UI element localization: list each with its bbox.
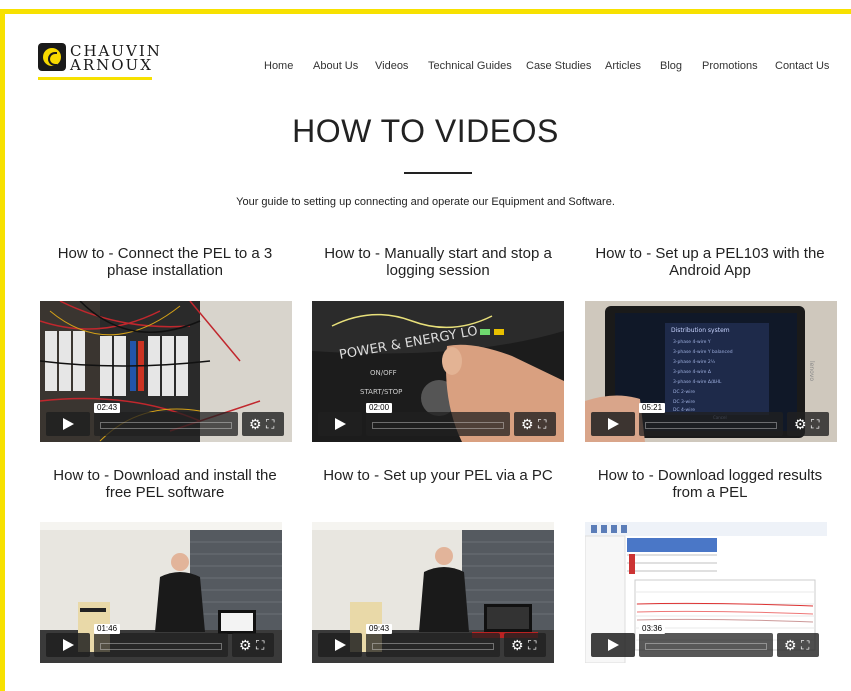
- gear-icon[interactable]: ⚙: [239, 638, 253, 652]
- start-stop-label: START/STOP: [360, 388, 402, 396]
- nav-home[interactable]: Home: [264, 60, 293, 72]
- video-6-controls: 03:36 ⚙ ⛶: [591, 624, 819, 657]
- page-title: HOW TO VIDEOS: [292, 113, 559, 149]
- video-player-3[interactable]: Distribution system 3-phase 4-wire Y 3-p…: [585, 301, 837, 442]
- video-1-tools: ⚙ ⛶: [242, 412, 284, 436]
- video-title-6-line1: How to - Download logged results: [597, 467, 823, 484]
- video-5-controls: 09:43 ⚙ ⛶: [318, 624, 546, 657]
- tablet-row-3: 3-phase 4-wire 2½: [673, 358, 716, 365]
- gear-icon[interactable]: ⚙: [794, 417, 808, 431]
- play-icon[interactable]: [46, 633, 90, 657]
- gear-icon[interactable]: ⚙: [249, 417, 263, 431]
- top-accent-border: [0, 9, 851, 14]
- video-3-progress-bar[interactable]: [639, 412, 783, 436]
- tablet-row-1: 3-phase 4-wire Y: [673, 339, 711, 345]
- video-4-duration: 01:46: [94, 624, 121, 634]
- fullscreen-icon[interactable]: ⛶: [266, 417, 280, 431]
- logo-mark-icon: [38, 43, 66, 71]
- video-player-4[interactable]: 01:46 ⚙ ⛶: [40, 522, 282, 663]
- video-title-3-line1: How to - Set up a PEL103 with the: [595, 245, 825, 262]
- video-6-tools: ⚙ ⛶: [777, 633, 819, 657]
- fullscreen-icon[interactable]: ⛶: [811, 417, 825, 431]
- nav-about-us[interactable]: About Us: [313, 60, 358, 72]
- video-title-2[interactable]: How to - Manually start and stop a loggi…: [308, 245, 568, 279]
- brand-logo[interactable]: CHAUVIN ARNOUX: [38, 43, 160, 83]
- video-5-tools: ⚙ ⛶: [504, 633, 546, 657]
- nav-technical-guides[interactable]: Technical Guides: [428, 60, 512, 72]
- video-1-duration: 02:43: [94, 403, 121, 413]
- video-title-1-line1: How to - Connect the PEL to a 3: [57, 245, 273, 262]
- video-2-duration: 02:00: [366, 403, 393, 413]
- gear-icon[interactable]: ⚙: [521, 417, 535, 431]
- logo-text-line2: ARNOUX: [70, 56, 153, 74]
- gear-icon[interactable]: ⚙: [784, 638, 798, 652]
- video-2-controls: 02:00 ⚙ ⛶: [318, 403, 556, 436]
- video-5-duration: 09:43: [366, 624, 393, 634]
- fullscreen-icon[interactable]: ⛶: [528, 638, 542, 652]
- video-title-6[interactable]: How to - Download logged results from a …: [580, 467, 840, 501]
- video-title-1-line2: phase installation: [107, 262, 223, 279]
- nav-case-studies[interactable]: Case Studies: [526, 60, 591, 72]
- video-title-3[interactable]: How to - Set up a PEL103 with the Androi…: [580, 245, 840, 279]
- tablet-row-4: 3-phase 4-wire Δ: [673, 369, 712, 375]
- video-4-controls: 01:46 ⚙ ⛶: [46, 624, 274, 657]
- video-title-2-line2: logging session: [386, 262, 490, 279]
- fullscreen-icon[interactable]: ⛶: [801, 638, 815, 652]
- tablet-row-2: 3-phase 4-wire Y balanced: [673, 349, 733, 355]
- nav-articles[interactable]: Articles: [605, 60, 641, 72]
- gear-icon[interactable]: ⚙: [511, 638, 525, 652]
- video-3-controls: 05:21 ⚙ ⛶: [591, 403, 829, 436]
- video-6-duration: 03:36: [639, 624, 666, 634]
- video-2-tools: ⚙ ⛶: [514, 412, 556, 436]
- tablet-row-7: DC 3-wire: [673, 399, 695, 405]
- top-margin: [0, 0, 851, 8]
- video-title-4[interactable]: How to - Download and install the free P…: [35, 467, 295, 501]
- title-divider: [404, 172, 472, 174]
- video-title-6-line2: from a PEL: [672, 484, 748, 501]
- play-icon[interactable]: [46, 412, 90, 436]
- tablet-row-5: 3-phase 4-wire Δ/ΔHL: [673, 379, 722, 385]
- video-title-5-line1: How to - Set up your PEL via a PC: [323, 467, 553, 484]
- page-subtitle: Your guide to setting up connecting and …: [236, 196, 615, 208]
- video-player-5[interactable]: 09:43 ⚙ ⛶: [312, 522, 554, 663]
- play-icon[interactable]: [318, 633, 362, 657]
- nav-contact-us[interactable]: Contact Us: [775, 60, 829, 72]
- video-player-2[interactable]: POWER & ENERGY LO ON/OFF START/STOP 02:0…: [312, 301, 564, 442]
- video-4-progress-bar[interactable]: [94, 633, 228, 657]
- video-1-controls: 02:43 ⚙ ⛶: [46, 403, 284, 436]
- video-4-tools: ⚙ ⛶: [232, 633, 274, 657]
- nav-videos[interactable]: Videos: [375, 60, 408, 72]
- fullscreen-icon[interactable]: ⛶: [256, 638, 270, 652]
- video-3-tools: ⚙ ⛶: [787, 412, 829, 436]
- tablet-row-6: DC 2-wire: [673, 389, 695, 395]
- video-5-progress-bar[interactable]: [366, 633, 500, 657]
- tablet-dialog-title: Distribution system: [671, 327, 730, 334]
- video-title-4-line1: How to - Download and install the: [53, 467, 277, 484]
- video-2-progress-bar[interactable]: [366, 412, 510, 436]
- fullscreen-icon[interactable]: ⛶: [538, 417, 552, 431]
- nav-promotions[interactable]: Promotions: [702, 60, 758, 72]
- video-1-progress-bar[interactable]: [94, 412, 238, 436]
- video-6-progress-bar[interactable]: [639, 633, 773, 657]
- video-3-duration: 05:21: [639, 403, 666, 413]
- video-title-2-line1: How to - Manually start and stop a: [324, 245, 552, 262]
- nav-blog[interactable]: Blog: [660, 60, 682, 72]
- play-icon[interactable]: [591, 412, 635, 436]
- video-title-4-line2: free PEL software: [105, 484, 225, 501]
- video-title-3-line2: Android App: [669, 262, 751, 279]
- video-title-5[interactable]: How to - Set up your PEL via a PC: [308, 467, 568, 484]
- on-off-label: ON/OFF: [370, 369, 397, 377]
- logo-underline: [38, 77, 152, 80]
- play-icon[interactable]: [318, 412, 362, 436]
- tablet-brand: lenovo: [808, 361, 815, 381]
- video-title-1[interactable]: How to - Connect the PEL to a 3 phase in…: [35, 245, 295, 279]
- video-player-6[interactable]: 03:36 ⚙ ⛶: [585, 522, 827, 663]
- play-icon[interactable]: [591, 633, 635, 657]
- video-player-1[interactable]: 02:43 ⚙ ⛶: [40, 301, 292, 442]
